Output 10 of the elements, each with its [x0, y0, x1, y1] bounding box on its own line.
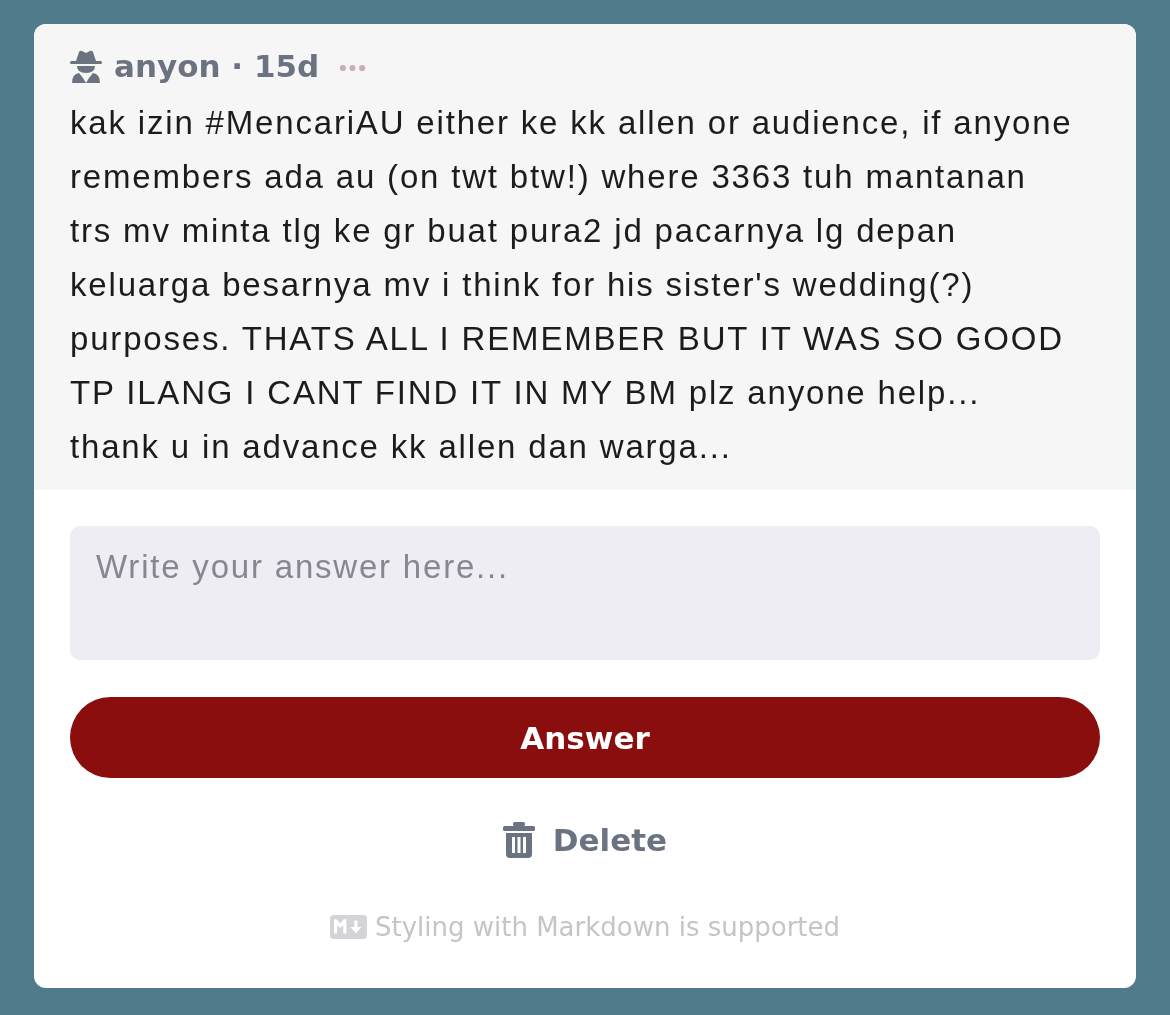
markdown-note: Styling with Markdown is supported: [374, 912, 841, 942]
answer-field[interactable]: Write your answer here...: [70, 526, 1100, 660]
markdown-icon: [329, 915, 367, 939]
trash-icon: [502, 822, 535, 858]
delete-button[interactable]: Delete: [502, 818, 668, 862]
more-icon[interactable]: [339, 64, 367, 72]
incognito-icon: [70, 49, 102, 83]
answer-button[interactable]: Answer: [70, 697, 1100, 778]
author-and-age: anyon · 15d: [114, 47, 320, 86]
question-text: kak izin #MencariAU either ke kk allen or audience, if anyone remembers ada au (on twt btw!) where 3363 tuh mantanan trs mv minta tlg ke gr buat pura2 jd pacarnya lg depan keluarga besarnya mv i think for his sister's wedding(?) purposes. THATS ALL I REMEMBER BUT IT WAS SO GOOD TP ILANG I CANT FIND IT IN MY BM plz anyone help... thank u in advance kk allen dan warga...: [70, 103, 1074, 467]
